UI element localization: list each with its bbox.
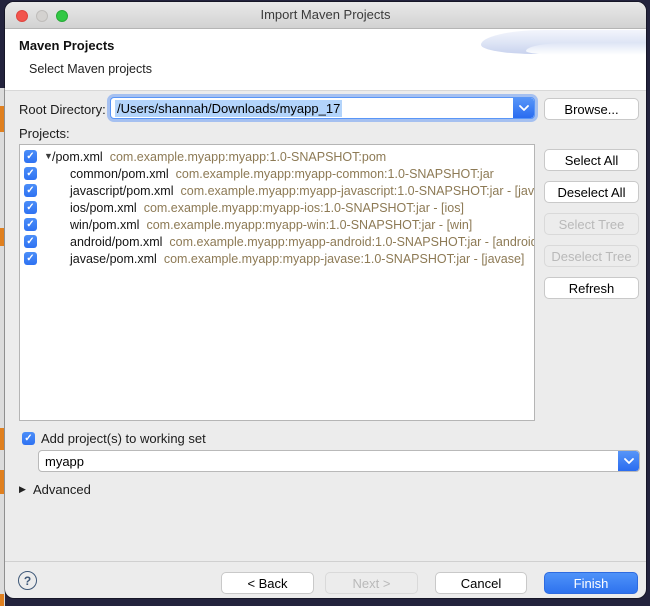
- background-text-fragment: [0, 428, 4, 450]
- working-set-value[interactable]: myapp: [45, 454, 84, 469]
- project-name: ios/pom.xml com.example.myapp:myapp-ios:1…: [70, 201, 464, 215]
- check-mark-icon: ✓: [24, 433, 33, 444]
- table-row[interactable]: ✓ ios/pom.xml com.example.myapp:myapp-ios…: [20, 199, 534, 216]
- title-bar[interactable]: Import Maven Projects: [5, 2, 646, 29]
- project-detail: com.example.myapp:myapp-win:1.0-SNAPSHOT…: [146, 218, 473, 232]
- checkbox-checked-icon[interactable]: ✓: [24, 150, 37, 163]
- table-row[interactable]: ✓ win/pom.xml com.example.myapp:myapp-win…: [20, 216, 534, 233]
- cancel-button[interactable]: Cancel: [435, 572, 527, 594]
- project-name: javase/pom.xml com.example.myapp:myapp-ja…: [70, 252, 525, 266]
- check-mark-icon: ✓: [26, 167, 35, 179]
- chevron-down-icon[interactable]: [513, 98, 534, 118]
- check-mark-icon: ✓: [26, 252, 35, 264]
- table-row[interactable]: ✓ ▼ /pom.xml com.example.myapp:myapp:1.0-…: [20, 148, 534, 165]
- background-text-fragment: [0, 594, 4, 606]
- check-mark-icon: ✓: [26, 218, 35, 230]
- window-title: Import Maven Projects: [260, 7, 391, 22]
- advanced-section-label[interactable]: Advanced: [33, 482, 91, 497]
- checkbox-checked-icon[interactable]: ✓: [24, 201, 37, 214]
- deselect-tree-button: Deselect Tree: [544, 245, 639, 267]
- checkbox-checked-icon[interactable]: ✓: [24, 167, 37, 180]
- select-all-button[interactable]: Select All: [544, 149, 639, 171]
- project-name: javascript/pom.xml com.example.myapp:myap…: [70, 184, 535, 198]
- background-text-fragment: [0, 106, 4, 132]
- table-row[interactable]: ✓ common/pom.xml com.example.myapp:myapp-…: [20, 165, 534, 182]
- back-button[interactable]: < Back: [221, 572, 314, 594]
- chevron-down-icon[interactable]: [618, 451, 639, 471]
- page-title: Maven Projects: [19, 38, 115, 53]
- working-set-checkbox[interactable]: ✓: [22, 432, 35, 445]
- working-set-combo[interactable]: myapp: [38, 450, 640, 472]
- projects-tree[interactable]: ✓ ▼ /pom.xml com.example.myapp:myapp:1.0-…: [19, 144, 535, 421]
- root-directory-value[interactable]: /Users/shannah/Downloads/myapp_17: [115, 100, 343, 117]
- checkbox-checked-icon[interactable]: ✓: [24, 218, 37, 231]
- project-name: /pom.xml com.example.myapp:myapp:1.0-SNAP…: [52, 150, 387, 164]
- check-mark-icon: ✓: [26, 184, 35, 196]
- project-name: win/pom.xml com.example.myapp:myapp-win:1…: [70, 218, 473, 232]
- table-row[interactable]: ✓ javascript/pom.xml com.example.myapp:my…: [20, 182, 534, 199]
- import-maven-projects-dialog: Import Maven Projects Maven Projects Sel…: [5, 2, 646, 598]
- projects-label: Projects:: [19, 126, 70, 141]
- checkbox-checked-icon[interactable]: ✓: [24, 235, 37, 248]
- wizard-header: Maven Projects Select Maven projects: [5, 29, 646, 91]
- project-detail: com.example.myapp:myapp-javase:1.0-SNAPS…: [163, 252, 525, 266]
- finish-button[interactable]: Finish: [544, 572, 638, 594]
- working-set-checkbox-label[interactable]: Add project(s) to working set: [41, 431, 206, 446]
- deselect-all-button[interactable]: Deselect All: [544, 181, 639, 203]
- project-detail: com.example.myapp:myapp-javascript:1.0-S…: [180, 184, 535, 198]
- browse-button[interactable]: Browse...: [544, 98, 639, 120]
- root-directory-combo[interactable]: /Users/shannah/Downloads/myapp_17: [110, 97, 535, 119]
- refresh-button[interactable]: Refresh: [544, 277, 639, 299]
- project-detail: com.example.myapp:myapp-android:1.0-SNAP…: [169, 235, 535, 249]
- check-mark-icon: ✓: [26, 201, 35, 213]
- table-row[interactable]: ✓ android/pom.xml com.example.myapp:myapp…: [20, 233, 534, 250]
- root-directory-label: Root Directory:: [19, 102, 106, 117]
- disclosure-triangle-icon[interactable]: ▶: [19, 484, 26, 495]
- next-button: Next >: [325, 572, 418, 594]
- help-button[interactable]: ?: [18, 571, 37, 590]
- project-detail: com.example.myapp:myapp-ios:1.0-SNAPSHOT…: [143, 201, 464, 215]
- banner-swoosh-decoration: [526, 43, 646, 55]
- project-name: common/pom.xml com.example.myapp:myapp-co…: [70, 167, 494, 181]
- check-mark-icon: ✓: [26, 150, 35, 162]
- check-mark-icon: ✓: [26, 235, 35, 247]
- table-row[interactable]: ✓ javase/pom.xml com.example.myapp:myapp-…: [20, 250, 534, 267]
- select-tree-button: Select Tree: [544, 213, 639, 235]
- page-subtitle: Select Maven projects: [29, 62, 152, 76]
- checkbox-checked-icon[interactable]: ✓: [24, 252, 37, 265]
- background-text-fragment: [0, 228, 4, 246]
- footer-divider: [5, 561, 646, 562]
- project-detail: com.example.myapp:myapp-common:1.0-SNAPS…: [175, 167, 494, 181]
- project-detail: com.example.myapp:myapp:1.0-SNAPSHOT:pom: [109, 150, 387, 164]
- background-text-fragment: [0, 470, 4, 494]
- project-name: android/pom.xml com.example.myapp:myapp-a…: [70, 235, 535, 249]
- checkbox-checked-icon[interactable]: ✓: [24, 184, 37, 197]
